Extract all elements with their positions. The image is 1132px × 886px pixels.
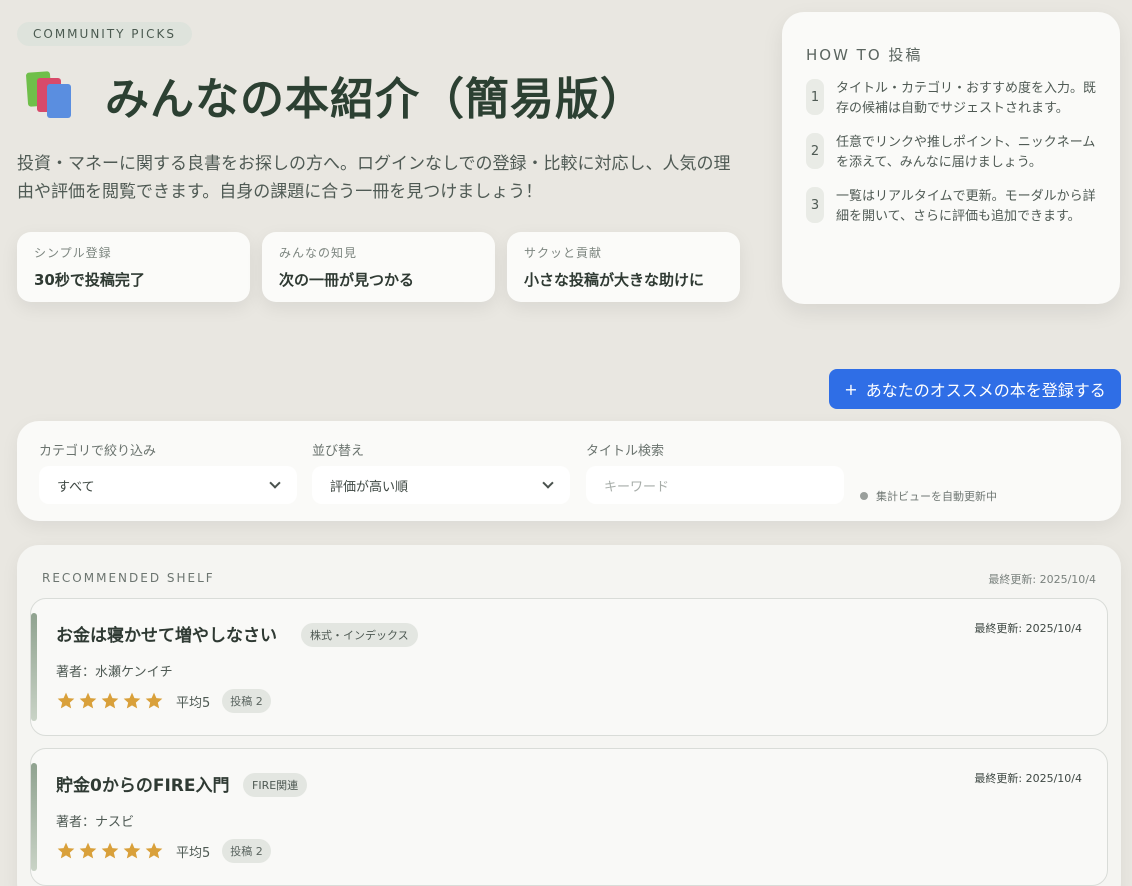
average-rating: 平均5	[176, 845, 211, 861]
star-icon	[79, 842, 97, 859]
star-icon	[79, 692, 97, 709]
feature-value: 次の一冊が見つかる	[279, 271, 415, 289]
sort-label: 並び替え	[312, 444, 365, 459]
step-number: 2	[806, 133, 824, 169]
register-book-button[interactable]: + あなたのオススメの本を登録する	[829, 369, 1121, 409]
average-rating: 平均5	[176, 695, 211, 711]
sort-select[interactable]: 評価が高い順	[312, 466, 570, 504]
book-card[interactable]: 貯金0からのFIRE入門 FIRE関連 最終更新: 2025/10/4 著者：ナ…	[30, 748, 1108, 886]
post-count-badge: 投稿 2	[222, 839, 271, 863]
book-author: 著者：水瀬ケンイチ	[56, 665, 173, 680]
recommended-shelf: RECOMMENDED SHELF 最終更新: 2025/10/4 お金は寝かせ…	[17, 545, 1121, 886]
book-title: 貯金0からのFIRE入門	[56, 776, 230, 796]
shelf-label: RECOMMENDED SHELF	[42, 571, 215, 585]
howto-panel: HOW TO 投稿 1 タイトル・カテゴリ・おすすめ度を入力。既存の候補は自動で…	[782, 12, 1120, 304]
howto-step: 3 一覧はリアルタイムで更新。モーダルから詳細を開いて、さらに評価も追加できます…	[806, 187, 1096, 227]
feature-card-simple: シンプル登録 30秒で投稿完了	[17, 232, 250, 302]
book-last-updated: 最終更新: 2025/10/4	[974, 622, 1082, 635]
plus-icon: +	[844, 379, 858, 399]
chevron-down-icon	[269, 477, 281, 489]
book-title: お金は寝かせて増やしなさい	[56, 626, 277, 646]
shelf-last-updated: 最終更新: 2025/10/4	[988, 573, 1096, 586]
register-button-label: あなたのオススメの本を登録する	[865, 381, 1106, 400]
sort-select-value: 評価が高い順	[330, 479, 409, 495]
howto-step: 2 任意でリンクや推しポイント、ニックネームを添えて、みんなに届けましょう。	[806, 133, 1096, 173]
post-count-badge: 投稿 2	[222, 689, 271, 713]
category-select[interactable]: すべて	[39, 466, 297, 504]
hero-section: COMMUNITY PICKS みんなの本紹介（簡易版） 投資・マネーに関する良…	[17, 22, 747, 302]
category-select-value: すべて	[57, 479, 95, 495]
star-icon	[101, 692, 119, 709]
rating-row: 平均5 投稿 2	[56, 689, 271, 713]
star-icon	[145, 692, 163, 709]
howto-title: HOW TO 投稿	[806, 46, 923, 64]
star-icon	[145, 842, 163, 859]
book-last-updated: 最終更新: 2025/10/4	[974, 772, 1082, 785]
feature-cards: シンプル登録 30秒で投稿完了 みんなの知見 次の一冊が見つかる サクッと貢献 …	[17, 232, 747, 302]
feature-label: みんなの知見	[279, 246, 358, 260]
step-number: 3	[806, 187, 824, 223]
feature-card-contribute: サクッと貢献 小さな投稿が大きな助けに	[507, 232, 740, 302]
step-text: 任意でリンクや推しポイント、ニックネームを添えて、みんなに届けましょう。	[836, 135, 1096, 170]
filter-panel: カテゴリで絞り込み すべて 並び替え 評価が高い順 タイトル検索 キーワード 集…	[17, 421, 1121, 521]
card-accent-bar	[31, 613, 37, 721]
book-card[interactable]: お金は寝かせて増やしなさい 株式・インデックス 最終更新: 2025/10/4 …	[30, 598, 1108, 736]
feature-label: シンプル登録	[34, 246, 112, 260]
star-rating	[56, 691, 164, 711]
chevron-down-icon	[542, 477, 554, 489]
step-number: 1	[806, 79, 824, 115]
auto-update-text: 集計ビューを自動更新中	[876, 490, 997, 503]
star-icon	[57, 842, 75, 859]
title-search-input[interactable]: キーワード	[586, 466, 844, 504]
title-search-label: タイトル検索	[586, 444, 665, 459]
feature-value: 小さな投稿が大きな助けに	[524, 271, 705, 289]
category-filter-label: カテゴリで絞り込み	[39, 444, 157, 459]
step-text: タイトル・カテゴリ・おすすめ度を入力。既存の候補は自動でサジェストされます。	[836, 81, 1097, 116]
card-accent-bar	[31, 763, 37, 871]
status-dot-icon	[860, 492, 868, 500]
feature-card-knowledge: みんなの知見 次の一冊が見つかる	[262, 232, 495, 302]
auto-update-status: 集計ビューを自動更新中	[860, 488, 997, 504]
eyebrow-badge: COMMUNITY PICKS	[17, 22, 192, 46]
star-icon	[123, 692, 141, 709]
category-badge: FIRE関連	[243, 773, 308, 797]
step-text: 一覧はリアルタイムで更新。モーダルから詳細を開いて、さらに評価も追加できます。	[836, 189, 1096, 224]
howto-step: 1 タイトル・カテゴリ・おすすめ度を入力。既存の候補は自動でサジェストされます。	[806, 79, 1096, 119]
star-rating	[56, 841, 164, 861]
lead-text: 投資・マネーに関する良書をお探しの方へ。ログインなしでの登録・比較に対応し、人気…	[17, 154, 731, 202]
star-icon	[57, 692, 75, 709]
books-icon	[25, 70, 83, 120]
star-icon	[101, 842, 119, 859]
book-author: 著者：ナスビ	[56, 815, 135, 830]
search-placeholder: キーワード	[604, 479, 670, 495]
page-title: みんなの本紹介（簡易版）	[105, 74, 645, 125]
title-row: みんなの本紹介（簡易版）	[17, 64, 747, 126]
feature-value: 30秒で投稿完了	[34, 271, 145, 289]
rating-row: 平均5 投稿 2	[56, 839, 271, 863]
feature-label: サクッと貢献	[524, 246, 603, 260]
category-badge: 株式・インデックス	[301, 623, 418, 647]
star-icon	[123, 842, 141, 859]
